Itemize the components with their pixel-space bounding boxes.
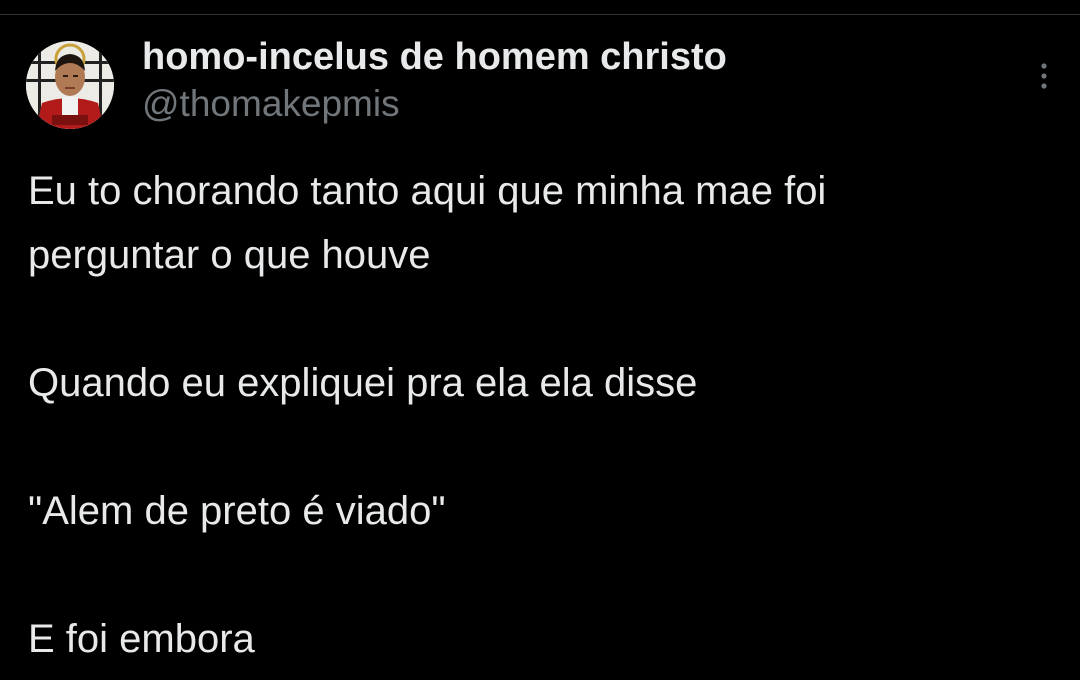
author-handle[interactable]: @thomakepmis (142, 82, 727, 126)
author-block: homo-incelus de homem christo @thomakepm… (142, 35, 727, 126)
tweet-paragraph: Eu to chorando tanto aqui que minha mae … (28, 159, 1058, 287)
tweet-paragraph: Quando eu expliquei pra ela ela disse (28, 351, 1058, 415)
tweet-line: "Alem de preto é viado" (28, 489, 446, 533)
avatar[interactable] (26, 41, 114, 129)
tweet-paragraph: "Alem de preto é viado" (28, 479, 1058, 543)
tweet[interactable]: homo-incelus de homem christo @thomakepm… (0, 15, 1080, 680)
tweet-text: Eu to chorando tanto aqui que minha mae … (28, 159, 1058, 671)
tweet-line: Eu to chorando tanto aqui que minha mae … (28, 169, 827, 213)
avatar-image (26, 41, 114, 129)
more-options-button[interactable] (1032, 61, 1056, 91)
tweet-paragraph: E foi embora (28, 607, 1058, 671)
author-display-name[interactable]: homo-incelus de homem christo (142, 35, 727, 79)
ellipsis-vertical-icon (1041, 63, 1047, 89)
tweet-line: E foi embora (28, 617, 255, 661)
tweet-line: Quando eu expliquei pra ela ela disse (28, 361, 698, 405)
tweet-line: perguntar o que houve (28, 233, 431, 277)
